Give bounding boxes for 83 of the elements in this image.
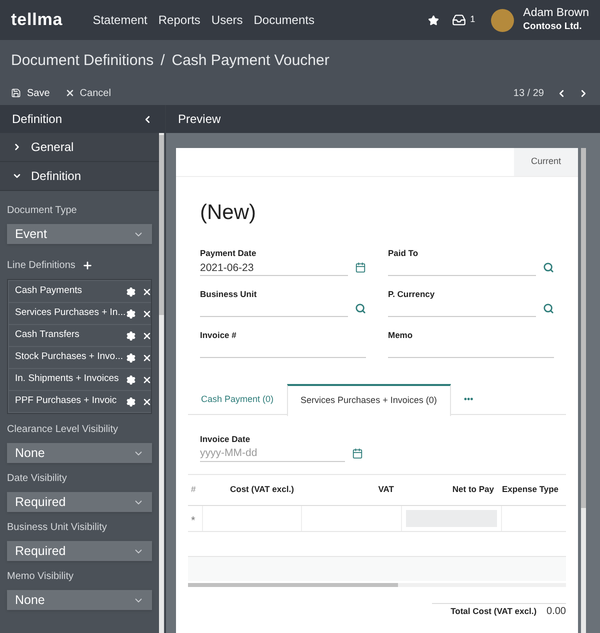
- nav-link[interactable]: Documents: [254, 11, 314, 29]
- preview-scrollbar[interactable]: [581, 148, 586, 633]
- field-label: Invoice #: [200, 329, 238, 342]
- calendar-icon[interactable]: [355, 262, 366, 274]
- close-icon: [64, 88, 75, 98]
- field-label: Business Unit: [200, 288, 258, 301]
- inbox-icon[interactable]: [452, 13, 466, 27]
- table-row[interactable]: *: [188, 506, 566, 532]
- field-label: P. Currency: [388, 288, 436, 301]
- panel-title: Preview: [178, 111, 221, 128]
- section-header[interactable]: General: [0, 133, 159, 162]
- line-definition-item[interactable]: Stock Purchases + Invo...: [9, 347, 151, 368]
- line-definition-item[interactable]: In. Shipments + Invoices: [9, 369, 151, 390]
- field-label: Memo: [388, 329, 414, 342]
- close-icon[interactable]: [142, 352, 151, 362]
- column-header: Net to Pay: [451, 483, 495, 496]
- line-definition-item[interactable]: Cash Transfers: [9, 325, 151, 346]
- sidebar-scrollbar[interactable]: [159, 133, 164, 633]
- close-icon[interactable]: [142, 286, 151, 296]
- dropdown[interactable]: Required: [7, 492, 152, 512]
- input-field[interactable]: 2021-06-23: [200, 260, 366, 276]
- company-name: Contoso Ltd.: [523, 20, 583, 33]
- field-label: Payment Date: [200, 247, 258, 260]
- input-field[interactable]: [388, 300, 554, 317]
- panel-title: Definition: [12, 111, 62, 128]
- line-definition-item[interactable]: Cash Payments: [9, 281, 151, 302]
- search-icon[interactable]: [355, 303, 366, 314]
- section-header[interactable]: Definition: [0, 162, 159, 191]
- avatar[interactable]: [491, 8, 514, 32]
- input-field[interactable]: [200, 300, 366, 317]
- user-name: Adam Brown: [523, 7, 589, 20]
- line-definition-item[interactable]: Services Purchases + In...: [9, 303, 151, 324]
- chevron-down-icon: [12, 171, 22, 181]
- tab[interactable]: Cash Payment (0): [188, 384, 287, 415]
- tab[interactable]: Services Purchases + Invoices (0): [286, 384, 451, 416]
- save-button[interactable]: Save: [11, 86, 50, 100]
- nav-link[interactable]: Users: [211, 11, 243, 29]
- chevron-right-icon: [12, 142, 22, 152]
- nav-link[interactable]: Reports: [158, 11, 200, 29]
- new-row-marker: *: [190, 514, 196, 529]
- breadcrumb-link[interactable]: Document Definitions: [11, 50, 154, 72]
- dropdown[interactable]: None: [7, 590, 152, 610]
- calendar-icon[interactable]: [352, 448, 363, 460]
- page-title: Cash Payment Voucher: [172, 51, 330, 71]
- logo[interactable]: tellma: [11, 7, 63, 33]
- date-field[interactable]: yyyy-MM-dd: [200, 446, 345, 462]
- horizontal-scrollbar[interactable]: [188, 582, 566, 587]
- save-icon: [11, 88, 21, 98]
- input-field[interactable]: [388, 260, 554, 276]
- cancel-button[interactable]: Cancel: [64, 86, 111, 100]
- dropdown[interactable]: Required: [7, 541, 152, 561]
- column-header: VAT: [377, 483, 395, 496]
- line-definition-item[interactable]: PPF Purchases + Invoic: [9, 391, 151, 412]
- nav-link[interactable]: Statement: [92, 11, 148, 29]
- add-icon[interactable]: [82, 260, 94, 271]
- column-header: #: [190, 483, 197, 496]
- star-icon[interactable]: [428, 14, 440, 26]
- tab[interactable]: •••: [450, 384, 486, 415]
- document-heading: (New): [200, 200, 257, 226]
- close-icon[interactable]: [142, 330, 151, 340]
- total-value: 0.00: [546, 604, 566, 619]
- field-label: Document Type: [7, 204, 78, 218]
- search-icon[interactable]: [543, 262, 554, 274]
- inbox-count: 1: [470, 13, 476, 26]
- dropdown[interactable]: None: [7, 443, 152, 463]
- field-label: Clearance Level Visibility: [7, 423, 119, 437]
- field-label: Business Unit Visibility: [7, 521, 108, 535]
- column-header: Expense Type: [502, 483, 560, 496]
- field-label: Memo Visibility: [7, 570, 74, 584]
- close-icon[interactable]: [142, 374, 151, 384]
- field-label: Invoice Date: [200, 433, 252, 446]
- field-label: Date Visibility: [7, 472, 68, 486]
- pager-text: 13 / 29: [513, 86, 544, 100]
- close-icon[interactable]: [142, 396, 151, 406]
- dropdown[interactable]: Event: [7, 224, 152, 244]
- breadcrumb-separator: /: [160, 51, 165, 71]
- field-label: Paid To: [388, 247, 420, 260]
- search-icon[interactable]: [543, 303, 554, 314]
- state-label: Current: [514, 148, 578, 176]
- total-label: Total Cost (VAT excl.): [450, 604, 537, 618]
- close-icon[interactable]: [142, 308, 151, 318]
- column-header: Cost (VAT excl.): [229, 483, 295, 496]
- field-label: Line Definitions: [7, 259, 76, 273]
